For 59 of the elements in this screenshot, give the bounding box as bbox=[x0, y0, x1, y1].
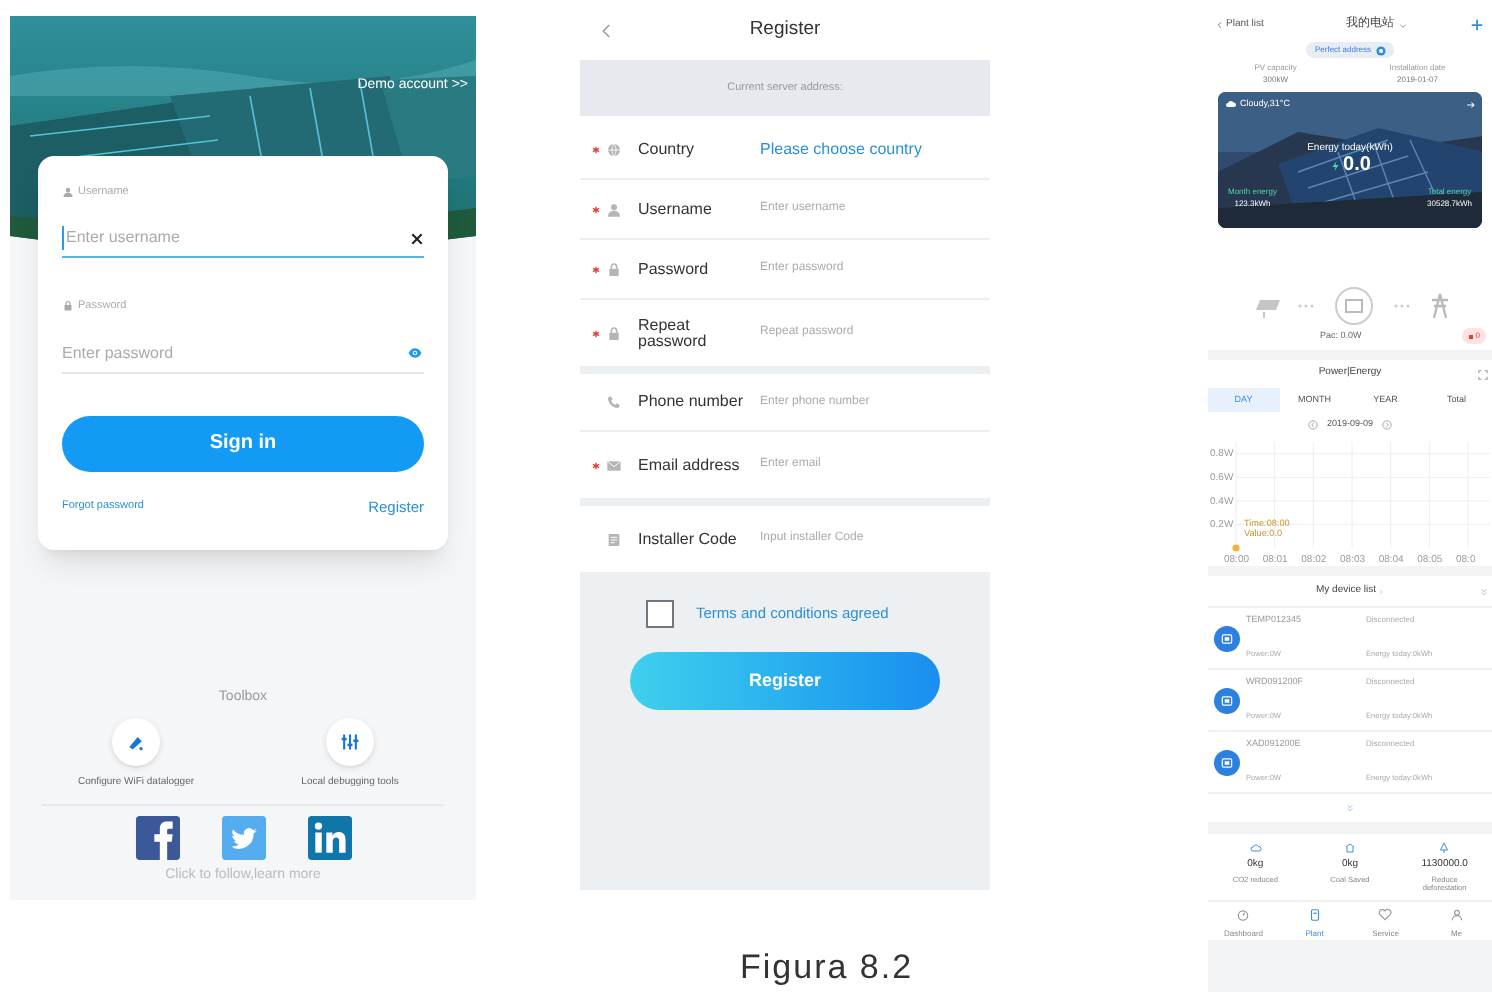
heart-icon bbox=[1378, 907, 1393, 921]
inverter-icon bbox=[1220, 755, 1234, 769]
target-icon bbox=[1375, 45, 1385, 55]
add-icon[interactable] bbox=[1470, 18, 1484, 32]
user-icon bbox=[606, 201, 622, 217]
energy-value: 0.0 bbox=[1343, 156, 1371, 177]
wifi-tool-button[interactable] bbox=[112, 717, 160, 765]
data-point bbox=[1232, 544, 1240, 552]
user-icon bbox=[62, 186, 74, 199]
facebook-icon[interactable] bbox=[135, 816, 179, 860]
password-field[interactable]: Enter password bbox=[62, 341, 362, 365]
sign-in-button[interactable]: Sign in bbox=[62, 415, 424, 471]
lock-icon bbox=[606, 325, 622, 341]
field-label: Repeat password bbox=[638, 317, 709, 349]
chevron-icon bbox=[1397, 21, 1408, 29]
lock-icon bbox=[606, 261, 622, 277]
linkedin-icon[interactable] bbox=[307, 816, 351, 860]
previous-icon[interactable] bbox=[1308, 420, 1319, 430]
pen-icon bbox=[126, 731, 146, 751]
house-icon bbox=[1343, 842, 1356, 854]
figure-caption: Figura 8.2 bbox=[740, 945, 916, 989]
inverter-icon bbox=[1220, 693, 1234, 707]
alarm-icon bbox=[1467, 333, 1474, 339]
eye-icon[interactable] bbox=[406, 346, 424, 360]
back-icon bbox=[1216, 20, 1224, 30]
expand-icon[interactable] bbox=[1478, 369, 1488, 379]
back-icon[interactable] bbox=[598, 19, 616, 41]
field-label: Password bbox=[638, 261, 711, 277]
field-label: Email address bbox=[638, 457, 742, 473]
register-button[interactable]: Register bbox=[630, 652, 940, 710]
screen-title: Register bbox=[749, 15, 821, 44]
checkbox[interactable] bbox=[646, 600, 674, 628]
cloud-icon bbox=[1249, 842, 1262, 854]
debug-tool-button[interactable] bbox=[326, 717, 374, 765]
arrow-icon[interactable] bbox=[1466, 99, 1476, 110]
globe-icon bbox=[606, 141, 622, 157]
country-select[interactable]: Please choose country bbox=[760, 137, 922, 161]
tree-icon bbox=[1438, 842, 1451, 854]
envelope-icon bbox=[606, 457, 622, 473]
inverter-icon bbox=[1220, 631, 1234, 645]
bolt-icon bbox=[1329, 158, 1342, 175]
form-row[interactable]: Country Please choose country bbox=[580, 120, 990, 180]
clear-icon[interactable] bbox=[410, 231, 424, 246]
field-label: Username bbox=[638, 201, 714, 217]
phone-icon bbox=[606, 394, 622, 410]
chevron-icon bbox=[1378, 587, 1384, 595]
field-label: Country bbox=[638, 141, 697, 157]
next-icon[interactable] bbox=[1381, 420, 1392, 430]
lock-icon bbox=[62, 300, 74, 313]
field-label: Phone number bbox=[638, 394, 745, 410]
sliders-icon bbox=[340, 731, 360, 751]
username-field[interactable]: Enter username bbox=[62, 226, 362, 251]
document-icon bbox=[606, 531, 622, 547]
person-icon bbox=[1449, 907, 1464, 921]
device-icon bbox=[1307, 907, 1322, 921]
twitter-icon[interactable] bbox=[221, 816, 265, 860]
field-label: Installer Code bbox=[638, 531, 739, 547]
gauge-icon bbox=[1236, 907, 1251, 921]
cloud-icon bbox=[1224, 98, 1238, 111]
